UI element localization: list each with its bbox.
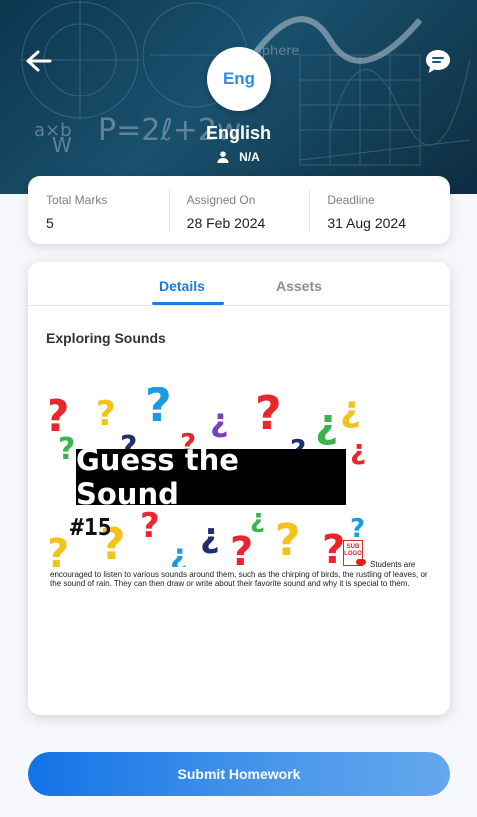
- header-banner: P=2ℓ+2w a×b W sphere Eng English N/A: [0, 0, 477, 194]
- stat-deadline: Deadline 31 Aug 2024: [309, 176, 450, 244]
- homework-description: Students are encouraged to listen to var…: [50, 560, 428, 589]
- svg-text:¿: ¿: [350, 433, 366, 466]
- submit-homework-button[interactable]: Submit Homework: [28, 752, 450, 796]
- svg-text:¿: ¿: [315, 401, 338, 447]
- svg-text:?: ?: [275, 515, 301, 566]
- homework-stats-card: Total Marks 5 Assigned On 28 Feb 2024 De…: [28, 176, 450, 244]
- homework-title: Exploring Sounds: [46, 330, 166, 346]
- tab-assets[interactable]: Assets: [276, 278, 322, 294]
- svg-text:?: ?: [255, 387, 282, 440]
- chat-button[interactable]: [423, 47, 453, 77]
- homework-details-card: Details Assets Exploring Sounds ? ? ? ¿ …: [28, 262, 450, 715]
- stamp-text: SUB LOGO: [344, 544, 362, 557]
- svg-text:¿: ¿: [210, 401, 229, 439]
- stat-value: 28 Feb 2024: [186, 215, 266, 231]
- tab-details[interactable]: Details: [159, 278, 205, 294]
- teacher-name: N/A: [239, 150, 260, 164]
- subject-name: English: [205, 123, 271, 143]
- stat-value: 5: [46, 215, 54, 231]
- svg-text:?: ?: [145, 387, 172, 432]
- homework-image[interactable]: ? ? ? ¿ ? ¿ ¿ ? ? ? ? ¿ ? ? ? ¿ ¿ ? ? ? …: [50, 387, 370, 567]
- arrow-left-icon: [26, 50, 52, 72]
- tab-bar: Details Assets: [28, 262, 450, 306]
- chat-bubble-icon: [426, 50, 450, 73]
- stat-label: Assigned On: [186, 193, 256, 207]
- svg-text:?: ?: [96, 394, 116, 434]
- stat-assigned-on: Assigned On 28 Feb 2024: [168, 176, 310, 244]
- poster-title-banner: Guess the Sound: [76, 443, 346, 511]
- svg-text:¿: ¿: [200, 516, 220, 556]
- stat-total-marks: Total Marks 5: [28, 176, 169, 244]
- teacher-row: N/A: [0, 150, 477, 164]
- subject-code: Eng: [222, 69, 256, 88]
- person-icon: [217, 151, 229, 163]
- subject-avatar: Eng: [207, 47, 271, 111]
- svg-text:?: ?: [58, 432, 75, 467]
- svg-text:¿: ¿: [340, 389, 361, 430]
- stat-label: Total Marks: [46, 193, 108, 207]
- stat-value: 31 Aug 2024: [327, 215, 406, 231]
- back-button[interactable]: [22, 46, 56, 76]
- stat-label: Deadline: [327, 193, 375, 207]
- poster-title: Guess the Sound: [76, 443, 239, 511]
- poster-number: #15: [70, 515, 112, 541]
- active-tab-indicator: [152, 302, 224, 305]
- svg-text:?: ?: [140, 506, 160, 546]
